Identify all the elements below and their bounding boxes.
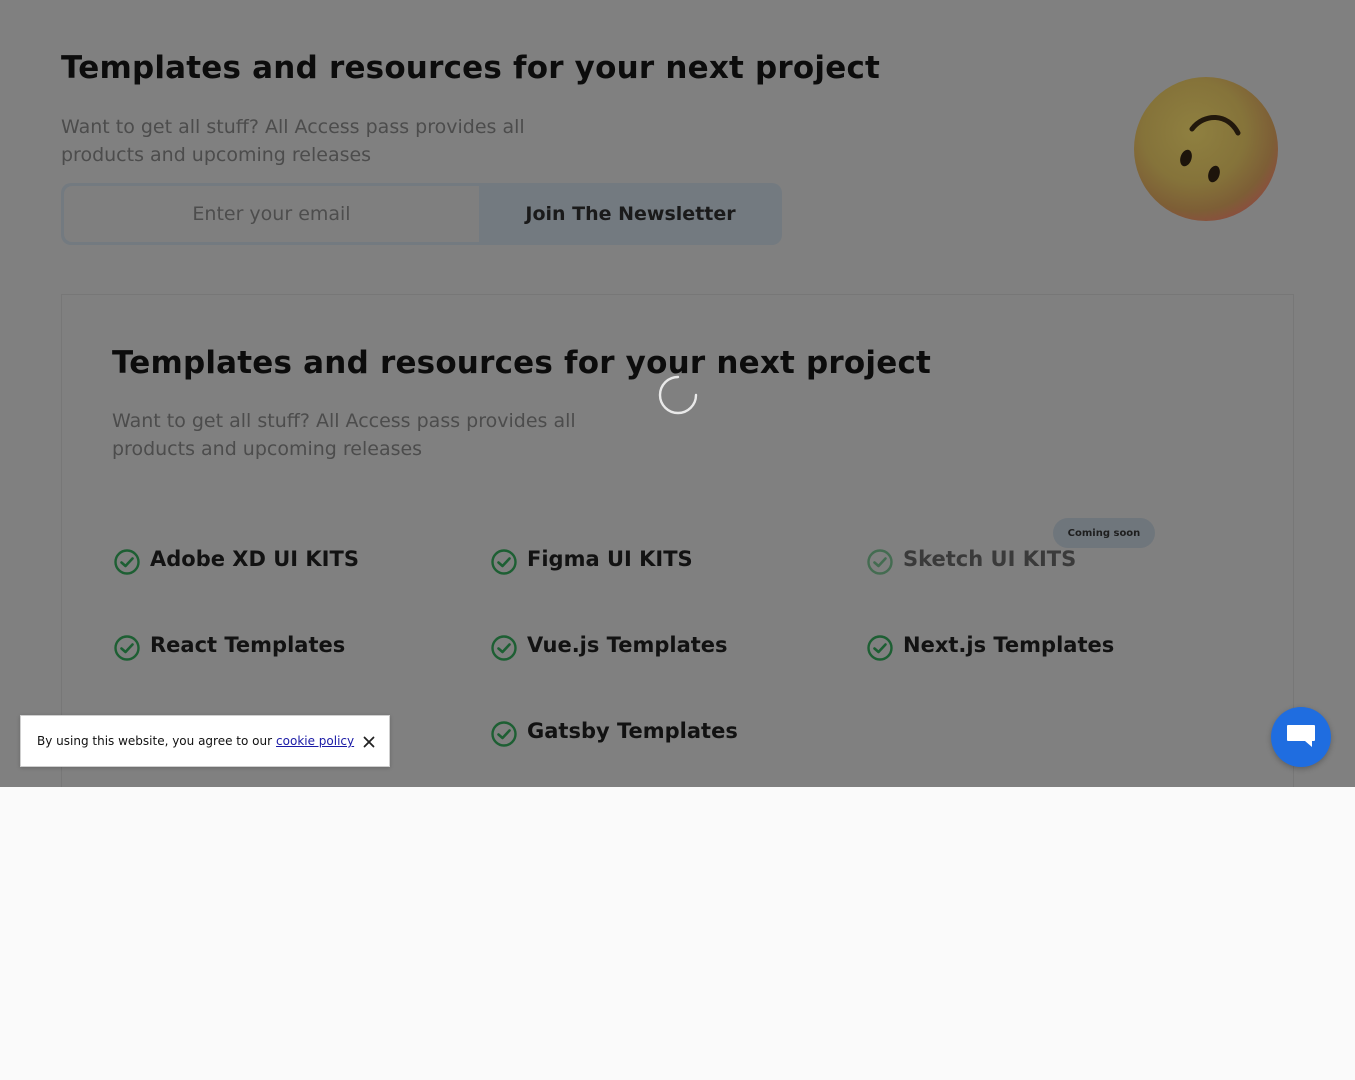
cookie-banner: By using this website, you agree to our … <box>20 715 390 767</box>
close-icon[interactable] <box>361 734 377 750</box>
upside-down-face-icon <box>1134 77 1278 221</box>
chat-icon <box>1287 725 1315 747</box>
feature-nextjs: Next.js Templates <box>866 628 1114 662</box>
check-circle-icon <box>491 721 517 747</box>
feature-label: Vue.js Templates <box>527 633 728 657</box>
cookie-text: By using this website, you agree to our <box>37 734 273 748</box>
check-circle-icon <box>491 635 517 661</box>
features-card: Templates and resources for your next pr… <box>61 294 1294 787</box>
chat-button[interactable] <box>1271 707 1331 767</box>
check-circle-icon <box>491 549 517 575</box>
feature-label: Gatsby Templates <box>527 719 738 743</box>
hero-subtitle: Want to get all stuff? All Access pass p… <box>61 116 525 166</box>
feature-vuejs: Vue.js Templates <box>490 628 728 662</box>
dimmed-page: Templates and resources for your next pr… <box>0 0 1355 787</box>
feature-figma: Figma UI KITS <box>490 542 693 576</box>
card-subtitle: Want to get all stuff? All Access pass p… <box>112 410 576 460</box>
feature-label: Sketch UI KITS <box>903 547 1077 571</box>
feature-react: React Templates <box>113 628 345 662</box>
feature-label: Adobe XD UI KITS <box>150 547 359 571</box>
join-newsletter-button[interactable]: Join The Newsletter <box>479 183 782 245</box>
feature-adobe-xd: Adobe XD UI KITS <box>113 542 359 576</box>
check-circle-icon <box>114 549 140 575</box>
feature-label: Next.js Templates <box>903 633 1115 657</box>
loading-spinner-icon <box>658 375 698 415</box>
feature-gatsby: Gatsby Templates <box>490 714 738 748</box>
card-title: Templates and resources for your next pr… <box>112 345 932 381</box>
email-input[interactable] <box>64 186 479 242</box>
coming-soon-badge: Coming soon <box>1053 518 1155 548</box>
newsletter-form: Join The Newsletter <box>61 183 782 245</box>
feature-label: Figma UI KITS <box>527 547 693 571</box>
hero-title: Templates and resources for your next pr… <box>61 50 881 86</box>
check-circle-icon <box>867 549 893 575</box>
cookie-policy-link[interactable]: cookie policy <box>276 734 354 748</box>
check-circle-icon <box>114 635 140 661</box>
check-circle-icon <box>867 635 893 661</box>
feature-label: React Templates <box>150 633 346 657</box>
feature-sketch: Sketch UI KITS <box>866 542 1076 576</box>
